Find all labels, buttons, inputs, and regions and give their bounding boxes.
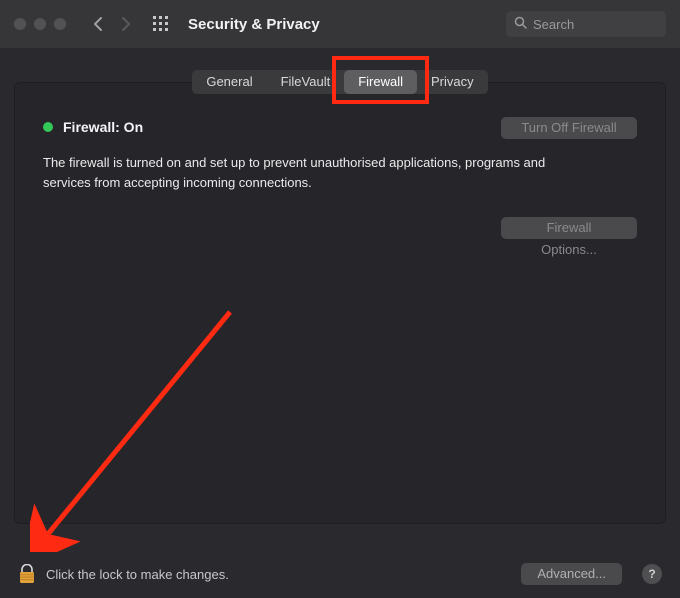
turn-off-firewall-button[interactable]: Turn Off Firewall [501, 117, 637, 139]
nav-buttons [86, 12, 138, 36]
close-window-button[interactable] [14, 18, 26, 30]
tab-firewall[interactable]: Firewall [344, 70, 417, 94]
help-button[interactable]: ? [642, 564, 662, 584]
search-placeholder: Search [533, 17, 574, 32]
search-input[interactable]: Search [506, 11, 666, 37]
tab-bar: General FileVault Firewall Privacy [14, 70, 666, 94]
firewall-status-label: Firewall: On [63, 119, 143, 135]
footer-bar: Click the lock to make changes. Advanced… [0, 550, 680, 598]
firewall-options-button[interactable]: Firewall Options... [501, 217, 637, 239]
show-all-button[interactable] [152, 15, 170, 33]
tab-privacy[interactable]: Privacy [417, 70, 488, 94]
lock-hint-text: Click the lock to make changes. [46, 567, 229, 582]
status-indicator-dot [43, 122, 53, 132]
zoom-window-button[interactable] [54, 18, 66, 30]
firewall-panel: Firewall: On Turn Off Firewall The firew… [14, 82, 666, 524]
tab-filevault[interactable]: FileVault [267, 70, 345, 94]
search-icon [514, 16, 527, 32]
minimize-window-button[interactable] [34, 18, 46, 30]
forward-button[interactable] [114, 12, 138, 36]
lock-icon[interactable] [18, 564, 36, 584]
window-controls [14, 18, 66, 30]
firewall-description: The firewall is turned on and set up to … [43, 153, 583, 192]
window-title: Security & Privacy [188, 16, 320, 33]
tab-general[interactable]: General [192, 70, 266, 94]
titlebar: Security & Privacy Search [0, 0, 680, 48]
advanced-button[interactable]: Advanced... [521, 563, 622, 585]
back-button[interactable] [86, 12, 110, 36]
